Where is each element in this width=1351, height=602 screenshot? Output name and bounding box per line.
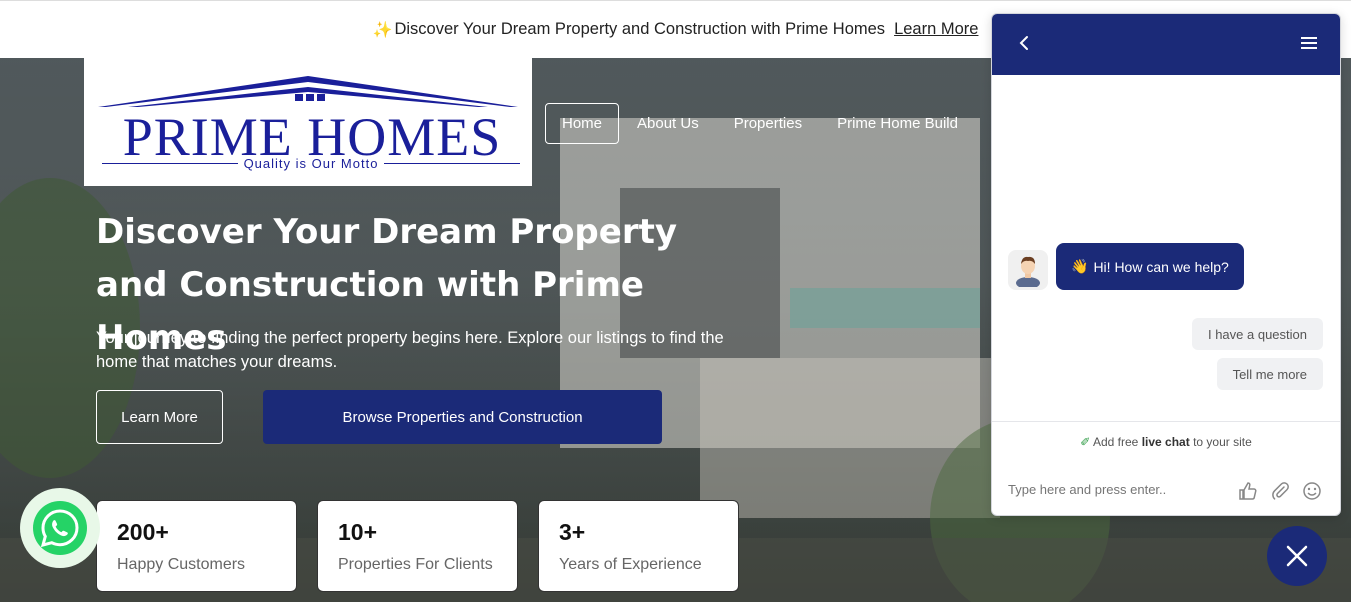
learn-more-button[interactable]: Learn More <box>96 390 223 444</box>
stat-card-customers: 200+ Happy Customers <box>96 500 297 592</box>
nav-item-properties[interactable]: Properties <box>717 103 819 144</box>
promo-text-bold: live chat <box>1141 435 1190 449</box>
logo-motto: Quality is Our Motto <box>243 156 379 171</box>
logo-motto-row: Quality is Our Motto <box>102 156 520 171</box>
nav-item-home[interactable]: Home <box>545 103 620 144</box>
whatsapp-icon <box>33 501 87 555</box>
stat-label: Properties For Clients <box>338 556 493 573</box>
stat-value: 10+ <box>338 519 378 545</box>
nav-item-prime-home-build[interactable]: Prime Home Build <box>820 103 975 144</box>
announcement-learn-more-link[interactable]: Learn More <box>894 20 978 39</box>
chat-widget: 👋 Hi! How can we help? I have a question… <box>991 13 1341 516</box>
logo-rule <box>102 163 238 164</box>
quick-reply-tell-more[interactable]: Tell me more <box>1216 358 1323 390</box>
site-logo[interactable]: PRIME HOMES Quality is Our Motto <box>84 58 532 186</box>
chat-close-button[interactable] <box>1267 526 1327 586</box>
browse-properties-button[interactable]: Browse Properties and Construction <box>263 390 662 444</box>
promo-text-pre: Add free <box>1092 435 1139 449</box>
promo-text-post: to your site <box>1193 435 1252 449</box>
brush-icon: ✐ <box>1080 435 1091 449</box>
hero-background-glass <box>790 288 980 328</box>
agent-message-text: Hi! How can we help? <box>1093 258 1229 275</box>
main-nav: Home About Us Properties Prime Home Buil… <box>545 103 975 144</box>
whatsapp-button[interactable] <box>20 488 100 568</box>
nav-item-about-us[interactable]: About Us <box>620 103 716 144</box>
live-chat-promo-link[interactable]: ✐ Add free live chat to your site <box>992 435 1340 449</box>
stat-card-experience: 3+ Years of Experience <box>538 500 739 592</box>
stat-label: Years of Experience <box>559 556 702 573</box>
sparkle-icon: ✨ <box>372 21 393 39</box>
stat-value: 3+ <box>559 519 586 545</box>
emoji-icon[interactable] <box>1302 481 1322 501</box>
quick-reply-question[interactable]: I have a question <box>1191 318 1323 350</box>
roof-logo-mark <box>98 76 518 107</box>
agent-avatar <box>1008 250 1048 290</box>
stat-value: 200+ <box>117 519 169 545</box>
thumbs-up-icon[interactable] <box>1238 481 1258 501</box>
agent-message-bubble: 👋 Hi! How can we help? <box>1056 243 1244 290</box>
stat-card-properties: 10+ Properties For Clients <box>317 500 518 592</box>
wave-emoji: 👋 <box>1071 258 1089 274</box>
paperclip-icon[interactable] <box>1270 481 1290 501</box>
chat-input-tools <box>1238 481 1322 501</box>
chat-header <box>992 14 1340 75</box>
announcement-text: Discover Your Dream Property and Constru… <box>394 20 886 38</box>
stat-label: Happy Customers <box>117 556 246 573</box>
chat-divider <box>992 421 1340 422</box>
close-icon <box>1286 545 1308 567</box>
back-arrow-icon[interactable] <box>1016 34 1032 52</box>
agent-avatar-icon <box>1016 256 1040 287</box>
logo-rule <box>384 163 520 164</box>
hero-subtitle: Your journey to finding the perfect prop… <box>96 329 724 371</box>
chat-message-input[interactable] <box>1008 482 1218 497</box>
menu-icon[interactable] <box>1300 36 1318 50</box>
